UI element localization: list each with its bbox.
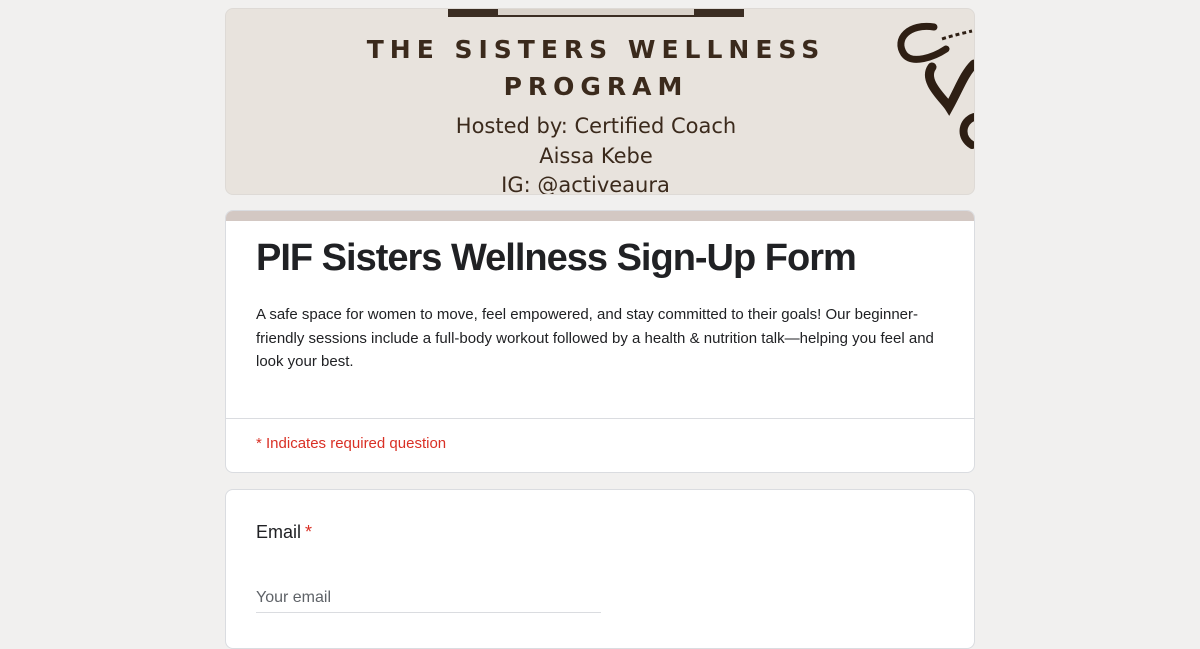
question-label: Email *	[256, 522, 312, 543]
header-accent-bar	[226, 211, 974, 221]
banner-title-line-2: PROGRAM	[503, 72, 689, 101]
banner-host-info: Hosted by: Certified Coach Aissa Kebe IG…	[226, 112, 966, 195]
divider	[226, 418, 974, 419]
banner-photo-strip	[448, 9, 744, 17]
required-question-note: * Indicates required question	[256, 435, 447, 452]
banner-host-line-2: Aissa Kebe	[539, 143, 653, 168]
banner-title: THE SISTERS WELLNESS PROGRAM	[226, 31, 966, 105]
email-field[interactable]	[256, 584, 601, 613]
required-asterisk: *	[305, 522, 313, 542]
header-banner-image: THE SISTERS WELLNESS PROGRAM Hosted by: …	[225, 8, 975, 195]
banner-host-line-1: Hosted by: Certified Coach	[455, 114, 737, 138]
form-header-card: PIF Sisters Wellness Sign-Up Form A safe…	[225, 210, 975, 473]
brush-stroke-decoration-icon	[897, 22, 974, 149]
question-label-text: Email	[256, 522, 302, 542]
email-question-card: Email *	[225, 489, 975, 649]
form-title: PIF Sisters Wellness Sign-Up Form	[256, 237, 857, 279]
banner-title-line-1: THE SISTERS WELLNESS	[366, 35, 826, 64]
banner-host-line-3: IG: @activeaura__	[501, 173, 691, 195]
form-description: A safe space for women to move, feel emp…	[256, 306, 934, 370]
